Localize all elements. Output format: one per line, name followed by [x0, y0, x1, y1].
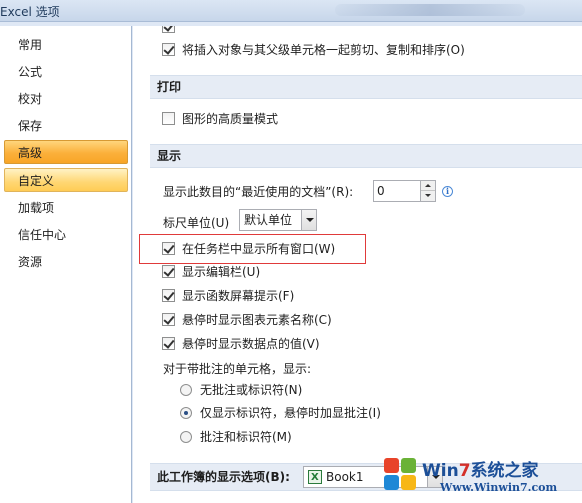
options-panel: 将插入对象与其父级单元格一起剪切、复制和排序(O) 打印 图形的高质量模式 显示… — [133, 26, 582, 503]
radio-indicators-only-button[interactable] — [180, 407, 192, 419]
show-data-point-values-label: 悬停时显示数据点的值(V) — [182, 337, 320, 351]
show-all-windows-checkbox[interactable] — [162, 242, 175, 255]
sidebar-item-formulas[interactable]: 公式 — [4, 59, 128, 83]
recent-docs-label: 显示此数目的“最近使用的文档”(R): — [163, 185, 354, 199]
option-show-chart-element-names[interactable]: 悬停时显示图表元素名称(C) — [162, 311, 382, 329]
spin-down-icon[interactable] — [421, 191, 435, 201]
sidebar-item-popular[interactable]: 常用 — [4, 32, 128, 56]
sidebar-item-save[interactable]: 保存 — [4, 113, 128, 137]
display-section-header: 显示 — [150, 144, 582, 168]
radio-no-comments-button[interactable] — [180, 384, 192, 396]
sidebar-item-trust-center[interactable]: 信任中心 — [4, 222, 128, 246]
show-data-point-values-checkbox[interactable] — [162, 337, 175, 350]
sidebar-item-label: 高级 — [18, 146, 43, 160]
sidebar-item-label: 信任中心 — [18, 228, 67, 242]
option-row-cut-off — [162, 26, 362, 36]
recent-docs-input[interactable]: 0 — [373, 180, 421, 202]
radio-comments-and-indicators-label: 批注和标识符(M) — [200, 430, 292, 444]
spin-up-icon[interactable] — [421, 181, 435, 191]
sidebar-item-proofing[interactable]: 校对 — [4, 86, 128, 110]
show-function-tips-label: 显示函数屏幕提示(F) — [182, 289, 295, 303]
insert-objects-checkbox[interactable] — [162, 43, 175, 56]
sidebar-item-label: 常用 — [18, 38, 43, 52]
workbook-section-label: 此工作簿的显示选项(B): — [157, 470, 290, 484]
ruler-units-value: 默认单位 — [244, 213, 293, 227]
title-blur — [335, 4, 525, 16]
option-show-all-windows[interactable]: 在任务栏中显示所有窗口(W) — [162, 240, 362, 258]
chevron-down-icon[interactable] — [301, 210, 316, 230]
workbook-value: Book1 — [326, 470, 364, 484]
insert-objects-label: 将插入对象与其父级单元格一起剪切、复制和排序(O) — [182, 43, 465, 57]
option-insert-objects[interactable]: 将插入对象与其父级单元格一起剪切、复制和排序(O) — [162, 41, 572, 59]
sidebar-item-label: 校对 — [18, 92, 43, 106]
radio-no-comments[interactable]: 无批注或标识符(N) — [180, 381, 380, 399]
show-chart-element-names-label: 悬停时显示图表元素名称(C) — [182, 313, 332, 327]
radio-comments-and-indicators-button[interactable] — [180, 431, 192, 443]
radio-comments-and-indicators[interactable]: 批注和标识符(M) — [180, 428, 380, 446]
option-show-formula-bar[interactable]: 显示编辑栏(U) — [162, 263, 362, 281]
watermark-url: Www.Winwin7.com — [440, 481, 558, 494]
show-formula-bar-label: 显示编辑栏(U) — [182, 265, 261, 279]
info-icon: i — [442, 186, 453, 197]
comments-intro-label: 对于带批注的单元格，显示: — [163, 362, 312, 376]
high-quality-checkbox[interactable] — [162, 112, 175, 125]
print-section-header: 打印 — [150, 75, 582, 99]
watermark: Win7系统之家 Www.Winwin7.com — [378, 452, 582, 503]
sidebar: 常用 公式 校对 保存 高级 自定义 加载项 信任中心 资源 — [0, 26, 132, 503]
sidebar-item-label: 保存 — [18, 119, 43, 133]
watermark-brand: Win7系统之家 — [422, 461, 539, 481]
ruler-units-dropdown[interactable]: 默认单位 — [239, 209, 317, 231]
checkbox-cut-off[interactable] — [162, 26, 175, 33]
sidebar-item-resources[interactable]: 资源 — [4, 249, 128, 273]
option-show-data-point-values[interactable]: 悬停时显示数据点的值(V) — [162, 335, 382, 353]
radio-no-comments-label: 无批注或标识符(N) — [200, 383, 303, 397]
recent-docs-spinner[interactable] — [421, 180, 436, 202]
show-all-windows-label: 在任务栏中显示所有窗口(W) — [182, 242, 336, 256]
excel-workbook-icon — [308, 468, 322, 488]
sidebar-item-advanced[interactable]: 高级 — [4, 140, 128, 164]
option-show-function-tips[interactable]: 显示函数屏幕提示(F) — [162, 287, 362, 305]
window-title: Excel 选项 — [0, 5, 60, 19]
radio-indicators-only[interactable]: 仅显示标识符，悬停时加显批注(I) — [180, 404, 440, 422]
windows-logo-icon — [384, 458, 418, 492]
sidebar-item-label: 加载项 — [18, 201, 55, 215]
sidebar-item-label: 资源 — [18, 255, 43, 269]
show-function-tips-checkbox[interactable] — [162, 289, 175, 302]
radio-indicators-only-label: 仅显示标识符，悬停时加显批注(I) — [200, 406, 381, 420]
ruler-units-label: 标尺单位(U) — [163, 216, 230, 230]
high-quality-label: 图形的高质量模式 — [182, 112, 279, 126]
sidebar-item-label: 自定义 — [18, 174, 55, 188]
sidebar-item-label: 公式 — [18, 65, 43, 79]
sidebar-item-addins[interactable]: 加载项 — [4, 195, 128, 219]
title-bar: Excel 选项 — [0, 0, 582, 22]
show-formula-bar-checkbox[interactable] — [162, 265, 175, 278]
option-high-quality[interactable]: 图形的高质量模式 — [162, 110, 462, 128]
sidebar-item-customize[interactable]: 自定义 — [4, 168, 128, 192]
show-chart-element-names-checkbox[interactable] — [162, 313, 175, 326]
